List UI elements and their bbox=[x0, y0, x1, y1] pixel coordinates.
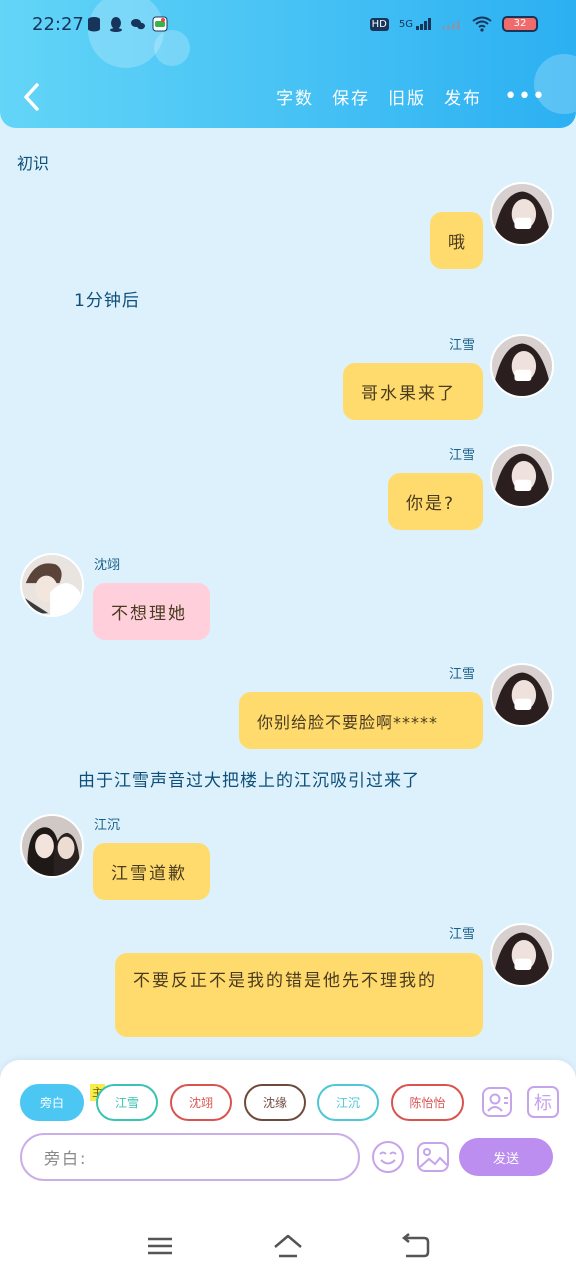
message-bubble[interactable]: 不想理她 bbox=[93, 583, 210, 640]
narration-text: 1分钟后 bbox=[74, 291, 140, 311]
character-chip-shenyuan[interactable]: 沈缘 bbox=[244, 1084, 306, 1121]
message-bubble[interactable]: 你别给脸不要脸啊***** bbox=[239, 692, 483, 749]
home-icon[interactable] bbox=[272, 1230, 304, 1262]
wechat-icon bbox=[131, 19, 145, 30]
sender-name: 江雪 bbox=[449, 667, 476, 682]
avatar-jiangxue[interactable] bbox=[490, 663, 554, 727]
old-version-button[interactable]: 旧版 bbox=[388, 84, 426, 109]
menu-icon[interactable] bbox=[144, 1230, 176, 1262]
message-bubble[interactable]: 不要反正不是我的错是他先不理我的 bbox=[115, 953, 483, 1037]
character-chip-chenyiyi[interactable]: 陈怡怡 bbox=[391, 1084, 464, 1121]
status-bar: 22:27 HD 5G 32 bbox=[0, 8, 576, 44]
character-chip-narrator[interactable]: 旁白 bbox=[20, 1084, 84, 1121]
message-bubble[interactable]: 哥水果来了 bbox=[343, 363, 483, 420]
word-count-button[interactable]: 字数 bbox=[276, 84, 314, 109]
send-button[interactable]: 发送 bbox=[459, 1138, 553, 1176]
message-bubble[interactable]: 你是? bbox=[388, 473, 483, 530]
status-right: HD 5G 32 bbox=[369, 16, 538, 32]
message-bubble[interactable]: 江雪道歉 bbox=[93, 843, 210, 900]
back-nav-icon[interactable] bbox=[400, 1230, 432, 1262]
composer-panel: 旁白 主 江雪 沈翊 沈缘 江沉 陈怡怡 标 旁白: 发送 bbox=[0, 1060, 576, 1212]
battery-indicator: 32 bbox=[502, 16, 538, 32]
picture-icon[interactable] bbox=[416, 1140, 450, 1174]
character-chip-shenyi[interactable]: 沈翊 bbox=[170, 1084, 232, 1121]
notification-icons bbox=[86, 16, 168, 32]
sender-name: 江雪 bbox=[449, 927, 476, 942]
more-options-icon[interactable]: ••• bbox=[504, 84, 546, 109]
signal-icon bbox=[416, 18, 431, 30]
sender-name: 沈翊 bbox=[94, 558, 121, 573]
network-indicator: 5G bbox=[399, 18, 432, 30]
chat-title: 初识 bbox=[17, 154, 50, 173]
character-chip-jiangxue[interactable]: 江雪 bbox=[96, 1084, 158, 1121]
message-bubble[interactable]: 哦 bbox=[430, 212, 483, 269]
sender-name: 江雪 bbox=[449, 448, 476, 463]
save-button[interactable]: 保存 bbox=[332, 84, 370, 109]
chat-area[interactable]: 初识 哦 1分钟后 江雪 哥水果来了 江雪 你是? 沈翊 不想理她 江雪 你别给… bbox=[0, 128, 576, 1060]
tag-button[interactable]: 标 bbox=[527, 1086, 559, 1118]
app-header: 22:27 HD 5G 32 字数 保存 旧版 发布 ••• bbox=[0, 0, 576, 128]
avatar-jiangxue[interactable] bbox=[490, 923, 554, 987]
message-input[interactable]: 旁白: bbox=[20, 1133, 360, 1181]
sender-name: 江沉 bbox=[94, 818, 121, 833]
back-arrow-icon[interactable] bbox=[18, 80, 46, 114]
wifi-icon bbox=[472, 16, 492, 32]
person-card-icon[interactable] bbox=[481, 1086, 513, 1118]
header-actions: 字数 保存 旧版 发布 ••• bbox=[258, 84, 546, 109]
sender-name: 江雪 bbox=[449, 338, 476, 353]
publish-button[interactable]: 发布 bbox=[444, 84, 482, 109]
hd-indicator: HD bbox=[369, 17, 389, 31]
game-app-icon bbox=[152, 16, 168, 32]
narration-text: 由于江雪声音过大把楼上的江沉吸引过来了 bbox=[78, 771, 420, 791]
avatar-jiangchen[interactable] bbox=[20, 814, 84, 878]
signal-weak-icon bbox=[442, 21, 460, 30]
qq-icon bbox=[110, 17, 122, 32]
database-icon bbox=[88, 17, 100, 32]
avatar-jiangxue[interactable] bbox=[490, 444, 554, 508]
avatar-jiangxue[interactable] bbox=[490, 182, 554, 246]
system-nav-bar bbox=[0, 1212, 576, 1280]
avatar-shenyi[interactable] bbox=[20, 553, 84, 617]
status-time: 22:27 bbox=[32, 14, 84, 35]
avatar-jiangxue[interactable] bbox=[490, 334, 554, 398]
smiley-icon[interactable] bbox=[371, 1140, 405, 1174]
character-chip-jiangchen[interactable]: 江沉 bbox=[317, 1084, 379, 1121]
